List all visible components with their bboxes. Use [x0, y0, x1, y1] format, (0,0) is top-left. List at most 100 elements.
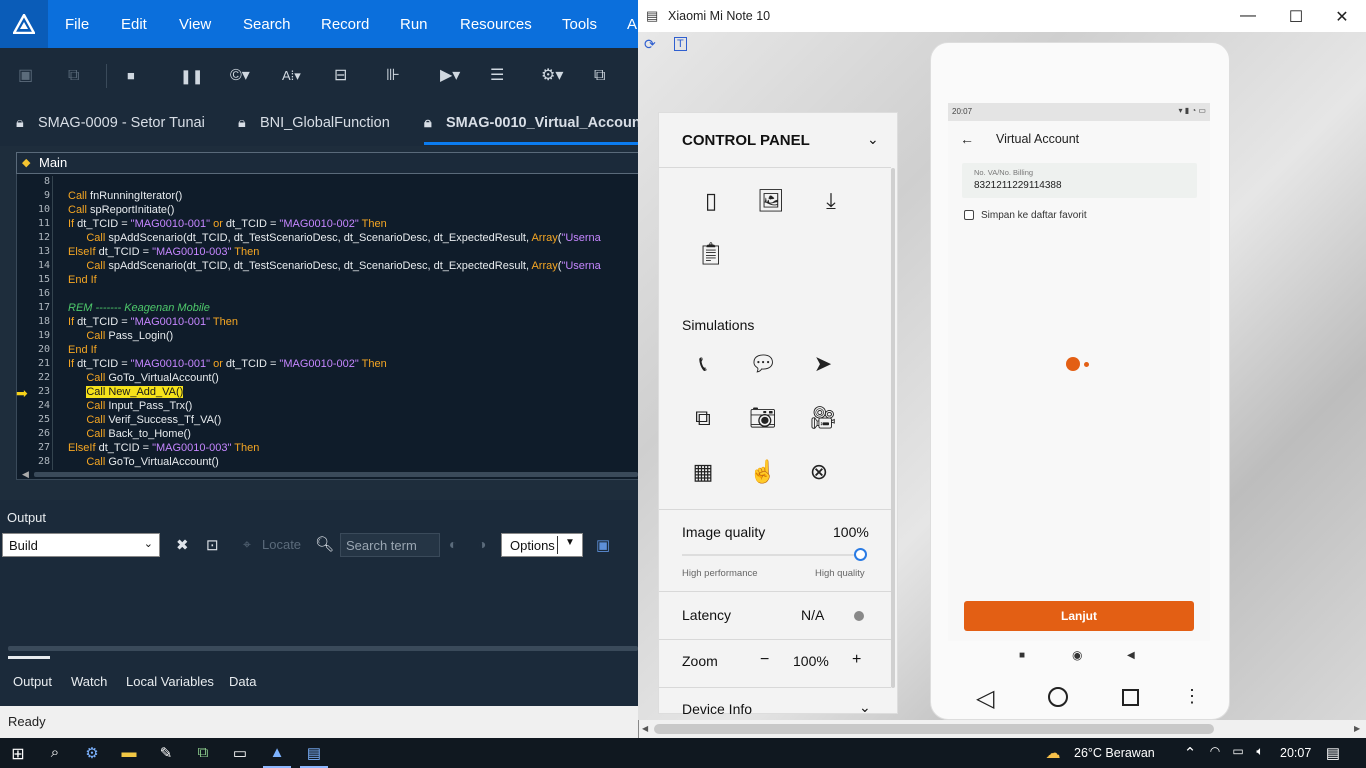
network-icon[interactable]: ⊗: [804, 457, 834, 487]
video-icon[interactable]: 🎥︎: [808, 403, 838, 433]
image-quality-slider[interactable]: [682, 554, 860, 556]
code-line[interactable]: Call spAddScenario(dt_TCID, dt_TestScena…: [68, 260, 600, 272]
menu-resources[interactable]: Resources: [460, 16, 532, 33]
terminal-icon[interactable]: ▭: [231, 744, 249, 762]
chevron-down-icon[interactable]: ⌄: [859, 699, 871, 716]
tab-output[interactable]: Output: [13, 674, 52, 689]
gear-icon[interactable]: ⚙▾: [541, 66, 563, 86]
code-line[interactable]: Call fnRunningIterator(): [68, 190, 182, 202]
back-soft-icon[interactable]: ◀: [1127, 650, 1135, 661]
code-line[interactable]: If dt_TCID = "MAG0010-001" Then: [68, 316, 238, 328]
notifications-icon[interactable]: ▤: [1324, 744, 1342, 762]
menu-file[interactable]: File: [65, 16, 89, 33]
ide-taskbar-icon[interactable]: ▲: [268, 744, 286, 761]
code-line[interactable]: End If: [68, 274, 97, 286]
run-icon[interactable]: ▶▾: [440, 66, 460, 86]
step-icon[interactable]: ⊪: [386, 66, 400, 86]
menu-more[interactable]: A: [627, 16, 637, 33]
location-icon[interactable]: ➤: [808, 349, 838, 379]
procedure-selector[interactable]: Main: [16, 152, 640, 174]
code-line[interactable]: Call spReportInitiate(): [68, 204, 174, 216]
search-icon[interactable]: ⌕: [46, 744, 64, 761]
list-icon[interactable]: ☰: [490, 66, 504, 86]
menu-edit[interactable]: Edit: [121, 16, 147, 33]
archive-icon[interactable]: ⊟: [334, 66, 347, 86]
wrap-icon[interactable]: ⊡: [206, 536, 219, 554]
nav-recents-icon[interactable]: [1122, 689, 1139, 706]
tab-data[interactable]: Data: [229, 674, 256, 689]
code-line[interactable]: ElseIf dt_TCID = "MAG0010-003" Then: [68, 442, 259, 454]
minimize-icon[interactable]: —: [1238, 7, 1258, 25]
locate-icon[interactable]: ⌖: [243, 536, 251, 553]
emulator-taskbar-icon[interactable]: ▤: [305, 744, 323, 762]
tab-smag-0009[interactable]: 🔒︎ SMAG-0009 - Setor Tunai: [16, 115, 205, 131]
record-mode-icon[interactable]: ©▾: [230, 66, 250, 86]
text-icon[interactable]: T: [674, 37, 687, 51]
save-all-icon[interactable]: ⧉: [68, 66, 79, 86]
zoom-out-button[interactable]: −: [760, 651, 769, 669]
locate-button[interactable]: Locate: [262, 537, 301, 552]
editor-horizontal-scrollbar[interactable]: [34, 472, 638, 477]
maximize-icon[interactable]: ☐: [1286, 7, 1306, 27]
save-icon[interactable]: ▣: [18, 66, 33, 86]
stop-icon[interactable]: ■: [127, 66, 135, 86]
app-icon-1[interactable]: ⚙: [83, 744, 101, 762]
code-line[interactable]: Call Pass_Login(): [68, 330, 173, 342]
find-previous-icon[interactable]: ◐: [449, 536, 457, 552]
recents-soft-icon[interactable]: ■: [1019, 650, 1025, 661]
va-number-field[interactable]: No. VA/No. Billing 8321211229114388: [962, 163, 1197, 198]
scroll-right-icon[interactable]: ▶: [1354, 724, 1360, 733]
app-icon-3[interactable]: ✎: [157, 744, 175, 762]
start-icon[interactable]: ⊞: [9, 744, 27, 764]
nav-back-icon[interactable]: ◁: [976, 684, 994, 713]
code-line[interactable]: ElseIf dt_TCID = "MAG0010-003" Then: [68, 246, 259, 258]
phone-call-icon[interactable]: 📞︎: [688, 349, 718, 379]
tab-local-variables[interactable]: Local Variables: [126, 674, 214, 689]
app-icon-4[interactable]: ⧉: [194, 744, 212, 761]
zoom-in-button[interactable]: +: [852, 651, 861, 669]
options-button[interactable]: Options ▼: [501, 533, 583, 557]
clock[interactable]: 20:07: [1280, 746, 1311, 760]
code-line[interactable]: End If: [68, 344, 97, 356]
tab-watch[interactable]: Watch: [71, 674, 107, 689]
clear-icon[interactable]: ✖: [176, 536, 189, 554]
back-arrow-icon[interactable]: ←: [960, 131, 974, 147]
more-options-icon[interactable]: ⋮: [1183, 686, 1201, 707]
clipboard-text-icon[interactable]: 📋︎: [696, 239, 726, 269]
weather-text[interactable]: 26°C Berawan: [1074, 746, 1155, 760]
home-soft-icon[interactable]: ◉: [1072, 648, 1082, 662]
window-icon[interactable]: ⧉: [594, 66, 605, 86]
code-line[interactable]: Call Back_to_Home(): [68, 428, 191, 440]
code-line[interactable]: Call GoTo_VirtualAccount(): [68, 456, 218, 468]
spy-icon[interactable]: A⁞▾: [282, 66, 301, 86]
nav-home-icon[interactable]: [1048, 687, 1068, 707]
menu-search[interactable]: Search: [243, 16, 291, 33]
qr-code-icon[interactable]: ▦: [688, 457, 718, 487]
image-quality-knob[interactable]: [854, 548, 867, 561]
scroll-left-icon[interactable]: ◀: [642, 724, 648, 733]
chevron-down-icon[interactable]: ▼: [565, 537, 575, 548]
battery-icon[interactable]: ▭: [1229, 744, 1247, 758]
lanjut-button[interactable]: Lanjut: [964, 601, 1194, 631]
camera-icon[interactable]: 📷︎: [748, 403, 778, 433]
menu-run[interactable]: Run: [400, 16, 428, 33]
code-line[interactable]: If dt_TCID = "MAG0010-001" or dt_TCID = …: [68, 218, 387, 230]
save-output-icon[interactable]: ▣: [596, 536, 610, 554]
output-scrollbar[interactable]: [8, 646, 638, 651]
code-line[interactable]: Call New_Add_VA(): [68, 386, 184, 398]
code-line[interactable]: Call Verif_Success_Tf_VA(): [68, 414, 221, 426]
file-explorer-icon[interactable]: ▬: [120, 744, 138, 761]
menu-record[interactable]: Record: [321, 16, 369, 33]
scroll-left-icon[interactable]: ◀: [22, 469, 29, 480]
app-switch-icon[interactable]: ⧉: [688, 403, 718, 433]
search-icon[interactable]: 🔍︎: [315, 535, 334, 553]
favorite-checkbox[interactable]: [964, 210, 974, 220]
fingerprint-icon[interactable]: ☝: [748, 457, 778, 487]
control-panel-scrollbar[interactable]: [891, 168, 895, 688]
download-icon[interactable]: ⤓: [816, 186, 846, 216]
code-line[interactable]: Call GoTo_VirtualAccount(): [68, 372, 218, 384]
rotate-device-icon[interactable]: ▯: [696, 186, 726, 216]
sms-icon[interactable]: 💬︎: [748, 349, 778, 379]
chevron-down-icon[interactable]: ⌄: [867, 131, 879, 148]
find-next-icon[interactable]: ◑: [478, 536, 486, 552]
